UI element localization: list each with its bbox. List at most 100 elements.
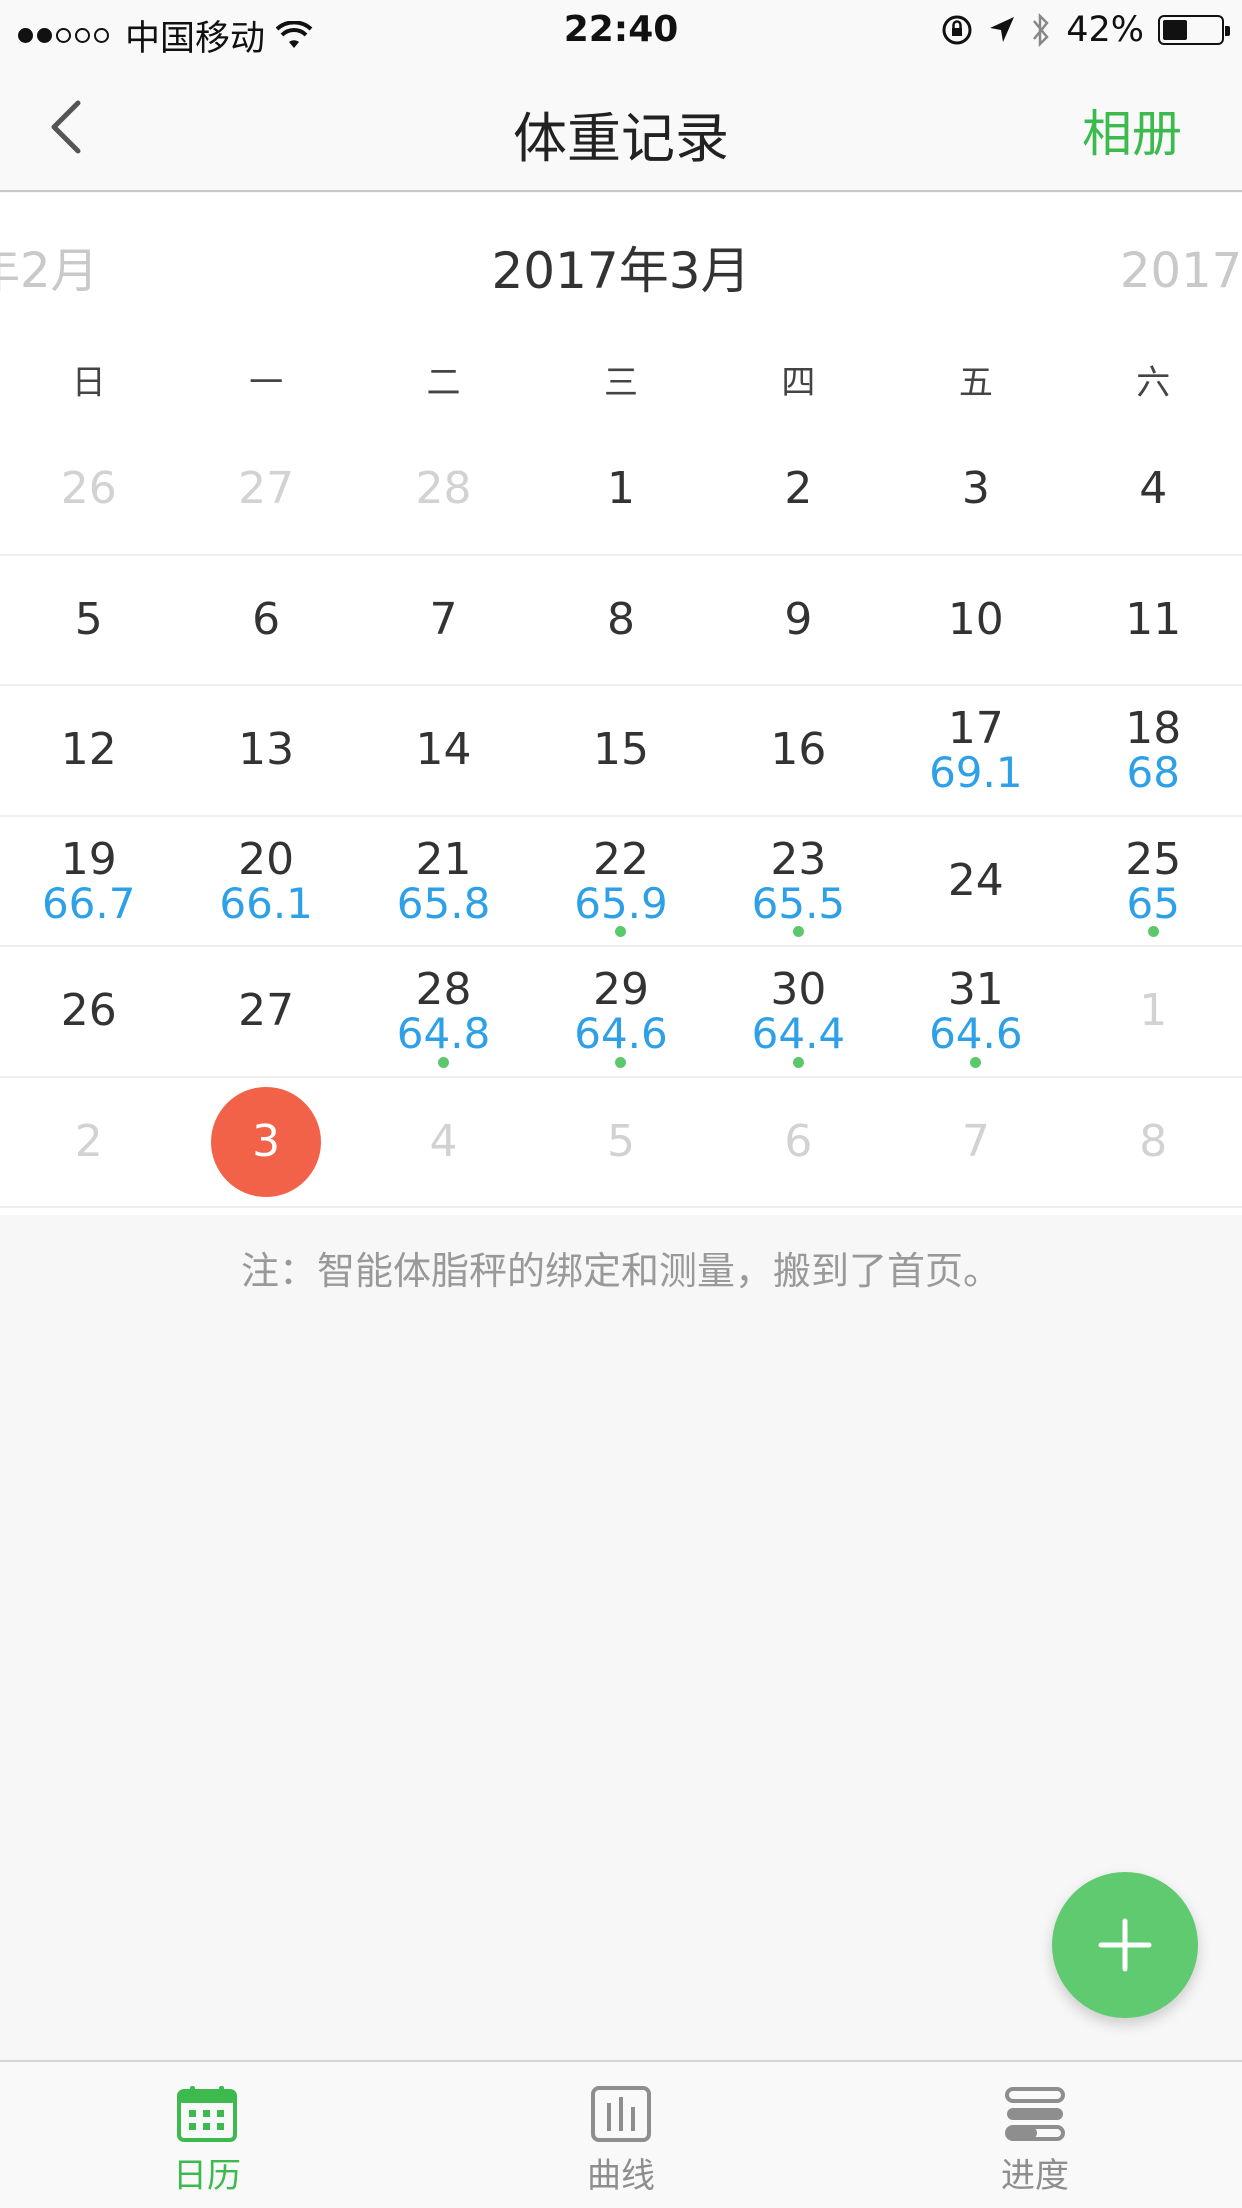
week-row: 26 27 28 1 2 3 4 [0, 425, 1242, 556]
record-dot [615, 926, 627, 937]
day-cell[interactable]: 22 65.9 [532, 817, 709, 946]
progress-icon [1003, 2084, 1067, 2144]
day-cell[interactable]: 9 [710, 556, 887, 685]
day-cell[interactable]: 6 [177, 556, 354, 685]
day-cell[interactable]: 25 65 [1065, 817, 1242, 946]
weekday-label: 四 [781, 362, 816, 403]
calendar-grid: 26 27 28 1 2 3 4 5 6 7 8 9 10 11 12 13 14 15 16 17 69.1 18 68 1… [0, 425, 1242, 1208]
day-number: 8 [606, 593, 635, 645]
day-number: 3 [252, 1115, 281, 1167]
day-cell[interactable]: 14 [355, 686, 532, 815]
day-weight-value: 65.5 [751, 878, 846, 928]
day-cell[interactable]: 19 66.7 [0, 817, 177, 946]
day-cell[interactable]: 28 64.8 [355, 947, 532, 1076]
day-weight-value: 64.4 [751, 1009, 846, 1059]
day-cell[interactable]: 2 [0, 1078, 177, 1207]
record-dot [438, 1056, 450, 1068]
day-number: 3 [961, 463, 990, 515]
day-number: 6 [252, 593, 281, 645]
status-right: 42% [940, 10, 1230, 50]
day-number: 2 [784, 463, 813, 515]
day-cell[interactable]: 4 [355, 1078, 532, 1207]
day-weight-value: 65 [1126, 878, 1180, 928]
day-cell[interactable]: 6 [710, 1078, 887, 1207]
day-cell[interactable]: 13 [177, 686, 354, 815]
day-cell[interactable]: 4 [1065, 425, 1242, 554]
day-weight-value: 66.1 [219, 878, 313, 928]
day-cell[interactable]: 24 [887, 817, 1064, 946]
day-cell[interactable]: 30 64.4 [710, 947, 887, 1076]
tab-calendar[interactable]: 日历 [0, 2062, 414, 2208]
day-cell[interactable]: 8 [532, 556, 709, 685]
day-cell[interactable]: 31 64.6 [887, 947, 1064, 1076]
battery-percent: 42% [1066, 10, 1144, 50]
day-cell-today[interactable]: 3 [177, 1078, 354, 1207]
day-cell[interactable]: 11 [1065, 556, 1242, 685]
weekday-label: 二 [426, 362, 461, 403]
tab-label: 日历 [173, 2156, 241, 2196]
day-number: 9 [784, 593, 813, 645]
day-number: 30 [770, 964, 827, 1016]
day-number: 26 [60, 985, 117, 1037]
day-cell[interactable]: 27 [177, 425, 354, 554]
day-weight-value: 64.6 [574, 1009, 668, 1059]
day-cell[interactable]: 26 [0, 947, 177, 1076]
day-cell[interactable]: 7 [355, 556, 532, 685]
day-number: 27 [238, 463, 295, 515]
day-number: 11 [1125, 593, 1182, 645]
day-weight-value: 65.9 [574, 878, 668, 928]
day-number: 26 [60, 463, 117, 515]
day-cell[interactable]: 27 [177, 947, 354, 1076]
day-cell[interactable]: 2 [710, 425, 887, 554]
plus-icon [1098, 1918, 1152, 1972]
day-cell[interactable]: 8 [1065, 1078, 1242, 1207]
day-cell[interactable]: 20 66.1 [177, 817, 354, 946]
weekday-label: 日 [71, 362, 106, 403]
add-record-button[interactable] [1052, 1872, 1198, 2018]
screen: 中国移动 22:40 42% 体重记录 相册 2月 2017年3月 2017 日… [0, 0, 1242, 2208]
day-number: 4 [429, 1115, 458, 1167]
week-row: 26 27 28 64.8 29 64.6 30 64.4 31 64.6 1 [0, 947, 1242, 1078]
tab-progress[interactable]: 进度 [828, 2062, 1242, 2208]
bar-chart-icon [589, 2084, 653, 2144]
note-text: 注：智能体脂秤的绑定和测量，搬到了首页。 [240, 1249, 1001, 1293]
today-marker: 3 [211, 1086, 322, 1197]
day-number: 14 [415, 724, 472, 776]
day-number: 18 [1125, 703, 1182, 755]
day-cell[interactable]: 16 [710, 686, 887, 815]
day-cell[interactable]: 17 69.1 [887, 686, 1064, 815]
battery-icon [1158, 15, 1230, 45]
tab-curve[interactable]: 曲线 [414, 2062, 828, 2208]
week-row: 19 66.7 20 66.1 21 65.8 22 65.9 23 65.5 24 25 65 [0, 817, 1242, 947]
weekday-header: 日一二三四五六 [0, 333, 1242, 425]
day-number: 10 [947, 593, 1004, 645]
day-cell[interactable]: 21 65.8 [355, 817, 532, 946]
day-number: 8 [1139, 1115, 1168, 1167]
nav-bar: 体重记录 相册 [0, 62, 1242, 192]
day-cell[interactable]: 12 [0, 686, 177, 815]
day-cell[interactable]: 3 [887, 425, 1064, 554]
album-button[interactable]: 相册 [1082, 94, 1182, 166]
day-number: 4 [1139, 463, 1168, 515]
day-cell[interactable]: 26 [0, 425, 177, 554]
day-cell[interactable]: 18 68 [1065, 686, 1242, 815]
day-cell[interactable]: 1 [1065, 947, 1242, 1076]
day-number: 29 [592, 964, 649, 1016]
day-cell[interactable]: 15 [532, 686, 709, 815]
calendar-icon [175, 2084, 239, 2144]
day-number: 5 [606, 1115, 635, 1167]
day-cell[interactable]: 10 [887, 556, 1064, 685]
day-cell[interactable]: 29 64.6 [532, 947, 709, 1076]
day-cell[interactable]: 7 [887, 1078, 1064, 1207]
day-cell[interactable]: 1 [532, 425, 709, 554]
calendar: 年2月 2017年3月 2017年 日一二三四五六 26272812345678… [0, 193, 1242, 1215]
day-cell[interactable]: 23 65.5 [710, 817, 887, 946]
record-dot [792, 926, 804, 937]
day-cell[interactable]: 28 [355, 425, 532, 554]
day-cell[interactable]: 5 [532, 1078, 709, 1207]
day-weight-value: 64.6 [929, 1009, 1023, 1059]
next-month-label[interactable]: 2017年 [1120, 231, 1242, 301]
day-number: 27 [238, 985, 295, 1037]
day-number: 13 [238, 724, 295, 776]
day-cell[interactable]: 5 [0, 556, 177, 685]
